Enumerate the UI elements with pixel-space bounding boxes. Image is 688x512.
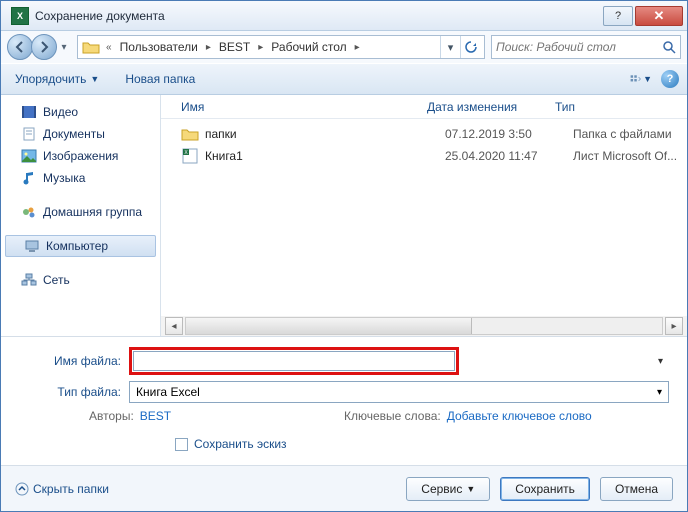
filename-input[interactable] — [133, 351, 455, 371]
excel-file-icon: X — [181, 148, 199, 164]
authors-label: Авторы: — [89, 409, 134, 423]
sidebar-item-music[interactable]: Музыка — [1, 167, 160, 189]
keywords-value[interactable]: Добавьте ключевое слово — [447, 409, 592, 423]
toolbar: Упорядочить ▼ Новая папка ▼ ? — [1, 63, 687, 95]
chevron-right-icon: ▸ — [351, 42, 364, 53]
address-dropdown-button[interactable]: ▾ — [440, 36, 460, 58]
sidebar-item-network[interactable]: Сеть — [1, 269, 160, 291]
keywords-label: Ключевые слова: — [344, 409, 441, 423]
chevron-down-icon: ▾ — [657, 387, 662, 398]
search-box[interactable] — [491, 35, 681, 59]
file-name: папки — [205, 127, 445, 141]
hide-folders-button[interactable]: Скрыть папки — [15, 482, 109, 496]
search-input[interactable] — [496, 40, 662, 54]
authors-value[interactable]: BEST — [140, 409, 171, 423]
help-icon[interactable]: ? — [661, 70, 679, 88]
sidebar-item-computer[interactable]: Компьютер — [5, 235, 156, 257]
network-icon — [21, 273, 37, 287]
sidebar-item-documents[interactable]: Документы — [1, 123, 160, 145]
file-list[interactable]: папки 07.12.2019 3:50 Папка с файлами X … — [161, 119, 687, 316]
address-bar[interactable]: « Пользователи ▸ BEST ▸ Рабочий стол ▸ ▾ — [77, 35, 485, 59]
close-button[interactable]: ✕ — [635, 6, 683, 26]
film-icon — [21, 105, 37, 119]
column-headers: Имя Дата изменения Тип — [161, 95, 687, 119]
scroll-left-button[interactable]: ◂ — [165, 317, 183, 335]
chevron-down-icon: ▼ — [90, 74, 99, 84]
view-mode-button[interactable]: ▼ — [629, 68, 653, 90]
column-header-type[interactable]: Тип — [555, 100, 687, 114]
refresh-button[interactable] — [460, 36, 480, 58]
breadcrumb-overflow[interactable]: « — [102, 42, 116, 53]
save-thumbnail-label: Сохранить эскиз — [194, 437, 287, 451]
nav-sidebar: Видео Документы Изображения Музыка Домаш… — [1, 95, 161, 336]
breadcrumb-segment[interactable]: Пользователи — [118, 40, 200, 54]
filename-label: Имя файла: — [19, 354, 129, 368]
footer: Скрыть папки Сервис ▼ Сохранить Отмена — [1, 465, 687, 511]
breadcrumb-segment[interactable]: BEST — [217, 40, 252, 54]
nav-history-dropdown[interactable]: ▾ — [57, 34, 71, 60]
save-button[interactable]: Сохранить — [500, 477, 590, 501]
filename-highlight — [129, 347, 459, 375]
file-date: 25.04.2020 11:47 — [445, 149, 573, 163]
save-dialog-window: X Сохранение документа ? ✕ ▾ « Пользоват… — [0, 0, 688, 512]
scroll-thumb[interactable] — [186, 318, 472, 334]
filetype-label: Тип файла: — [19, 385, 129, 399]
homegroup-icon — [21, 205, 37, 219]
chevron-up-icon — [15, 482, 29, 496]
column-header-name[interactable]: Имя — [181, 100, 427, 114]
nav-back-button[interactable] — [7, 34, 33, 60]
new-folder-button[interactable]: Новая папка — [119, 69, 201, 89]
filetype-select[interactable]: Книга Excel ▾ — [129, 381, 669, 403]
sidebar-item-pictures[interactable]: Изображения — [1, 145, 160, 167]
title-bar: X Сохранение документа ? ✕ — [1, 1, 687, 31]
breadcrumb-segment[interactable]: Рабочий стол — [269, 40, 348, 54]
save-thumbnail-checkbox[interactable] — [175, 438, 188, 451]
music-icon — [21, 171, 37, 185]
computer-icon — [24, 239, 40, 253]
filename-dropdown-button[interactable]: ▾ — [652, 356, 669, 367]
file-name: Книга1 — [205, 149, 445, 163]
search-icon — [662, 40, 676, 54]
organize-button[interactable]: Упорядочить ▼ — [9, 69, 105, 89]
help-button[interactable]: ? — [603, 6, 633, 26]
picture-icon — [21, 149, 37, 163]
window-title: Сохранение документа — [35, 9, 601, 23]
chevron-down-icon: ▼ — [466, 484, 475, 494]
nav-forward-button[interactable] — [31, 34, 57, 60]
file-row[interactable]: X Книга1 25.04.2020 11:47 Лист Microsoft… — [161, 145, 687, 167]
file-type: Папка с файлами — [573, 127, 687, 141]
file-row[interactable]: папки 07.12.2019 3:50 Папка с файлами — [161, 123, 687, 145]
file-list-pane: Имя Дата изменения Тип папки 07.12.2019 … — [161, 95, 687, 336]
filetype-value: Книга Excel — [136, 385, 200, 399]
chevron-right-icon: ▸ — [254, 42, 267, 53]
file-type: Лист Microsoft Of... — [573, 149, 687, 163]
sidebar-item-video[interactable]: Видео — [1, 101, 160, 123]
sidebar-item-homegroup[interactable]: Домашняя группа — [1, 201, 160, 223]
scroll-track[interactable] — [185, 317, 663, 335]
address-bar-row: ▾ « Пользователи ▸ BEST ▸ Рабочий стол ▸… — [1, 31, 687, 63]
folder-icon — [82, 40, 100, 55]
document-icon — [21, 127, 37, 141]
scroll-right-button[interactable]: ▸ — [665, 317, 683, 335]
cancel-button[interactable]: Отмена — [600, 477, 673, 501]
lower-panel: Имя файла: ▾ Тип файла: Книга Excel ▾ Ав… — [1, 336, 687, 465]
column-header-date[interactable]: Дата изменения — [427, 100, 555, 114]
chevron-down-icon: ▼ — [643, 74, 652, 84]
file-date: 07.12.2019 3:50 — [445, 127, 573, 141]
folder-icon — [181, 126, 199, 142]
chevron-right-icon: ▸ — [202, 42, 215, 53]
app-icon: X — [11, 7, 29, 25]
tools-button[interactable]: Сервис ▼ — [406, 477, 490, 501]
horizontal-scrollbar[interactable]: ◂ ▸ — [161, 316, 687, 336]
